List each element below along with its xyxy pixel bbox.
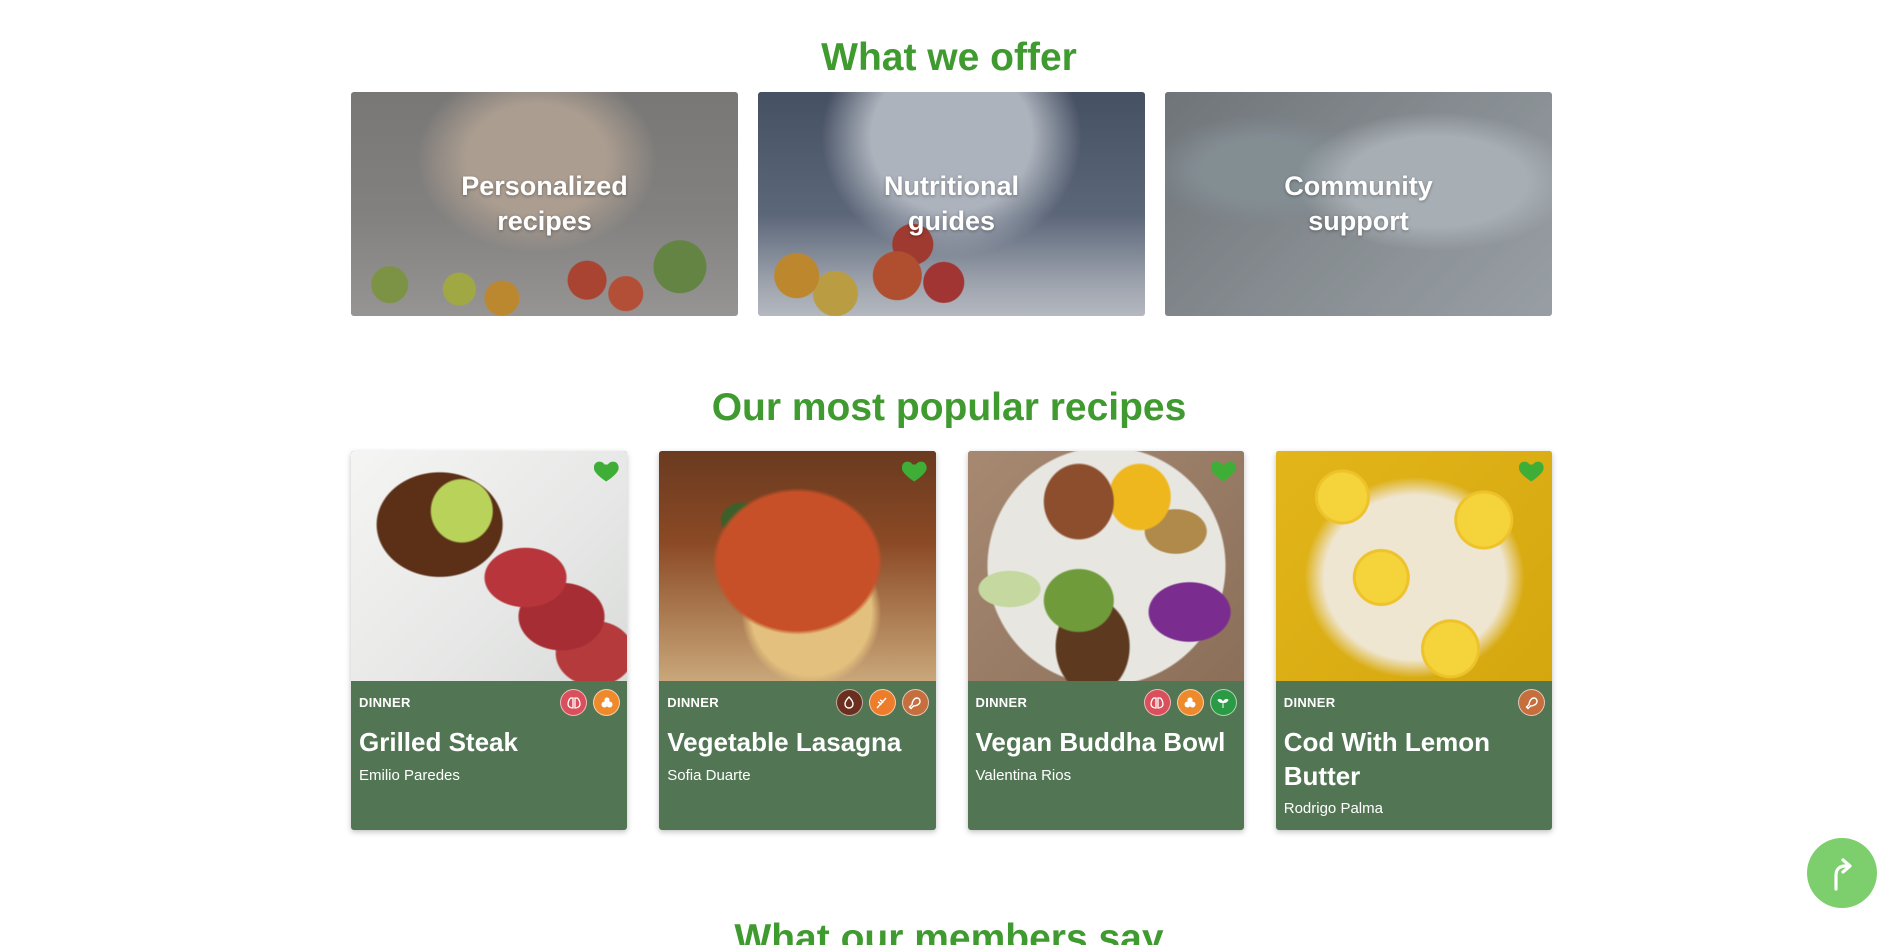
meat-icon [901, 689, 929, 716]
diet-badges [1143, 689, 1237, 716]
scroll-to-top-button[interactable] [1807, 838, 1877, 908]
offer-label: Nutritional guides [884, 171, 1019, 236]
recipe-card[interactable]: DINNER Grilled Steak Emilio Paredes [351, 451, 628, 830]
offer-label: Personalized recipes [461, 171, 628, 236]
recipe-card[interactable]: DINNER Vegan Buddha Bowl Valentina Rios [967, 451, 1244, 830]
heart-icon[interactable] [902, 457, 930, 485]
offer-label: Community support [1284, 171, 1433, 236]
recipe-title: Vegan Buddha Bowl [975, 727, 1226, 757]
offer-card-community-support[interactable]: Community support [1165, 92, 1552, 316]
recipe-category: DINNER [1283, 695, 1336, 710]
heart-icon[interactable] [1210, 457, 1239, 485]
page: What we offer Personalized recipes Nutri… [0, 0, 1898, 945]
meat-icon [1518, 689, 1545, 716]
recipe-category: DINNER [667, 695, 719, 710]
nuts-icon [593, 689, 621, 716]
allergen-icon [835, 689, 863, 716]
recipe-title: Grilled Steak [359, 727, 518, 757]
nuts-icon [1176, 689, 1204, 716]
recipe-author: Valentina Rios [975, 767, 1072, 784]
section-title-offer: What we offer [821, 36, 1077, 79]
recipe-image [659, 451, 936, 681]
offer-card-nutritional-guides[interactable]: Nutritional guides [758, 92, 1145, 316]
recipe-image [1275, 451, 1552, 681]
recipe-card[interactable]: DINNER Cod With Lemon Butter Rodrigo Pal… [1275, 451, 1552, 830]
section-title-members: What our members say [734, 917, 1164, 945]
lung-icon [560, 689, 588, 716]
diet-badges [560, 689, 621, 716]
recipe-cards: DINNER Grilled Steak Emilio Paredes DINN… [351, 451, 1552, 830]
diet-badges [835, 689, 929, 716]
recipe-title: Vegetable Lasagna [667, 727, 902, 757]
recipe-author: Rodrigo Palma [1283, 800, 1383, 817]
lung-icon [1143, 689, 1171, 716]
recipe-image [351, 451, 628, 681]
recipe-card[interactable]: DINNER Vegetable Lasagna Sofia Duarte [659, 451, 936, 830]
recipe-category: DINNER [359, 695, 411, 710]
vegan-icon [1209, 689, 1237, 716]
offer-card-personalized-recipes[interactable]: Personalized recipes [351, 92, 738, 316]
arrow-up-icon [1834, 858, 1852, 891]
recipe-category: DINNER [975, 695, 1028, 710]
recipe-author: Sofia Duarte [667, 767, 751, 784]
heart-icon[interactable] [1518, 457, 1547, 485]
recipe-image [967, 451, 1244, 681]
recipe-title: Cod With Lemon Butter [1283, 727, 1491, 791]
offer-cards: Personalized recipes Nutritional guides … [351, 92, 1552, 316]
section-title-popular: Our most popular recipes [711, 386, 1187, 429]
recipe-author: Emilio Paredes [359, 767, 460, 784]
wheat-icon [868, 689, 896, 716]
heart-icon[interactable] [594, 457, 622, 485]
diet-badges [1518, 689, 1545, 716]
